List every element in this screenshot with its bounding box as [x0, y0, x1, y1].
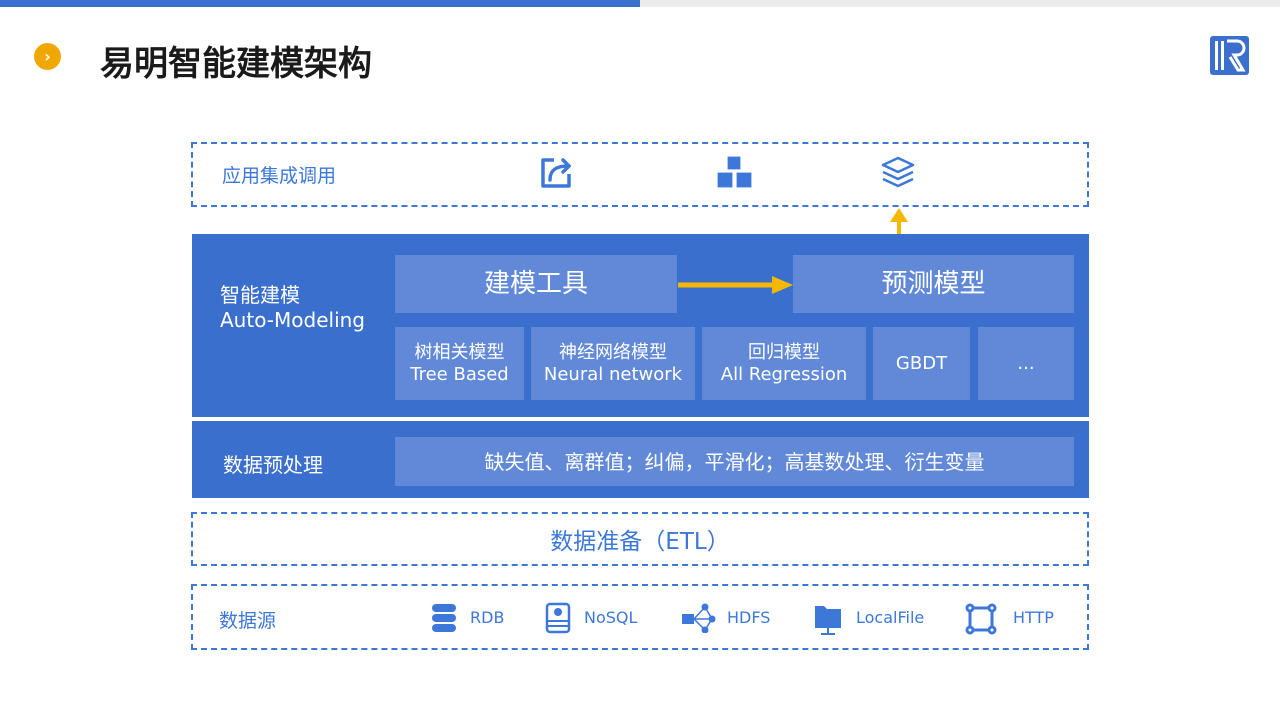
layers-icon: [881, 156, 915, 188]
algorithm-en: All Regression: [720, 363, 848, 385]
etl-label: 数据准备（ETL）: [550, 529, 730, 555]
algorithm-gbdt: GBDT: [873, 327, 970, 400]
modeling-label-en: Auto-Modeling: [220, 308, 365, 332]
cubes-icon: [716, 155, 753, 189]
datasource-nosql: NoSQL: [584, 608, 638, 627]
algorithm-cn: 回归模型: [748, 341, 820, 363]
datasource-localfile: LocalFile: [856, 608, 925, 627]
algorithm-more: ...: [978, 327, 1074, 400]
share-icon: [541, 158, 572, 188]
algorithm-tree: 树相关模型 Tree Based: [395, 327, 524, 400]
progress-fill: [0, 0, 640, 7]
algorithm-en: GBDT: [895, 352, 948, 374]
algorithm-cn: 树相关模型: [414, 341, 505, 363]
algorithm-regression: 回归模型 All Regression: [702, 327, 866, 400]
arrow-right: [678, 276, 793, 294]
logo-r-icon: [1210, 36, 1249, 75]
connection-icon: [965, 603, 997, 635]
algorithm-en: Neural network: [543, 363, 683, 385]
datasource-layer: [191, 584, 1089, 650]
modeling-label-cn: 智能建模: [220, 283, 300, 307]
page-title: 易明智能建模架构: [100, 44, 372, 84]
modeling-tool-label: 建模工具: [483, 269, 588, 299]
preprocess-content-text: 缺失值、离群值；纠偏，平滑化；高基数处理、衍生变量: [484, 449, 985, 474]
algorithm-en: ...: [1017, 352, 1035, 374]
datasource-rdb: RDB: [470, 608, 505, 627]
network-icon: [682, 603, 716, 633]
algorithm-neural: 神经网络模型 Neural network: [531, 327, 695, 400]
datasource-http: HTTP: [1013, 608, 1054, 627]
algorithm-cn: 神经网络模型: [559, 341, 667, 363]
folder-icon: [815, 606, 841, 635]
preprocess-content: 缺失值、离群值；纠偏，平滑化；高基数处理、衍生变量: [395, 437, 1074, 486]
algorithm-en: Tree Based: [410, 363, 509, 385]
app-layer-label: 应用集成调用: [222, 165, 337, 187]
modeling-label: 智能建模 Auto-Modeling: [220, 283, 365, 333]
modeling-tool-box: 建模工具: [395, 255, 677, 313]
datasource-hdfs: HDFS: [727, 608, 771, 627]
preprocess-label: 数据预处理: [223, 453, 323, 477]
server-icon: [545, 602, 571, 634]
prediction-model-box: 预测模型: [793, 255, 1074, 313]
prediction-model-label: 预测模型: [881, 269, 986, 299]
datasource-label: 数据源: [219, 610, 277, 632]
etl-layer: 数据准备（ETL）: [191, 512, 1089, 566]
chevron-right-icon: ›: [34, 43, 61, 70]
database-icon: [432, 604, 456, 632]
